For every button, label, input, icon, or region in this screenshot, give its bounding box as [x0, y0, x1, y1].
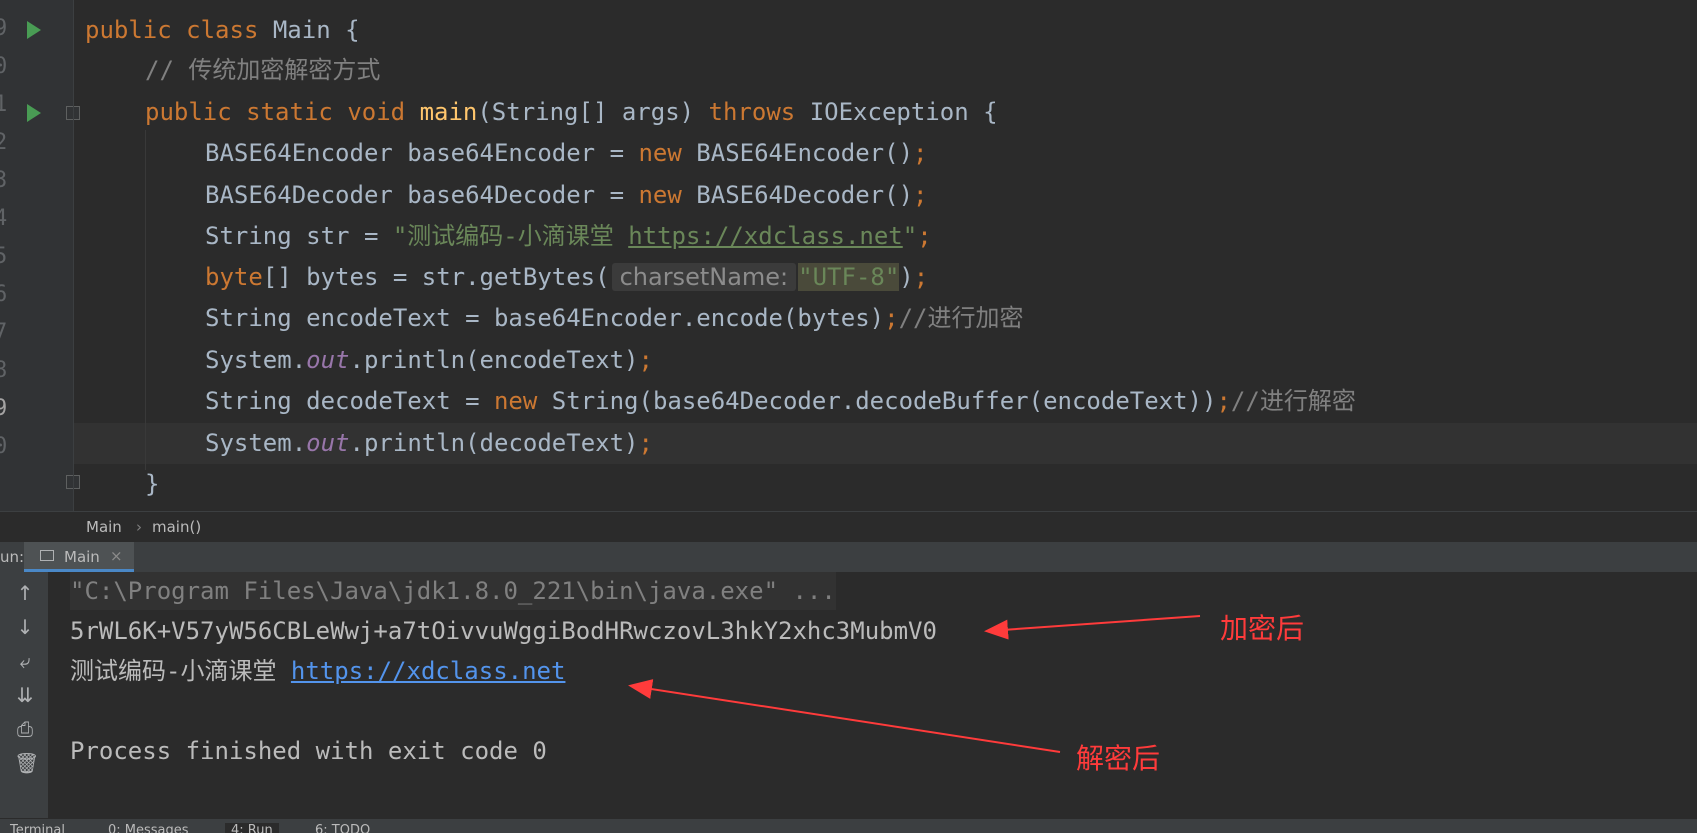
arrow-to-decoded	[628, 679, 1061, 753]
annotation-decrypted: 解密后	[1076, 742, 1161, 775]
annotation-arrows	[628, 615, 1201, 753]
arrow-to-encoded	[984, 615, 1201, 640]
tool-window-bar: Terminal 0: Messages 4: Run 6: TODO	[0, 818, 1697, 833]
annotation-encrypted: 加密后	[1220, 612, 1305, 645]
